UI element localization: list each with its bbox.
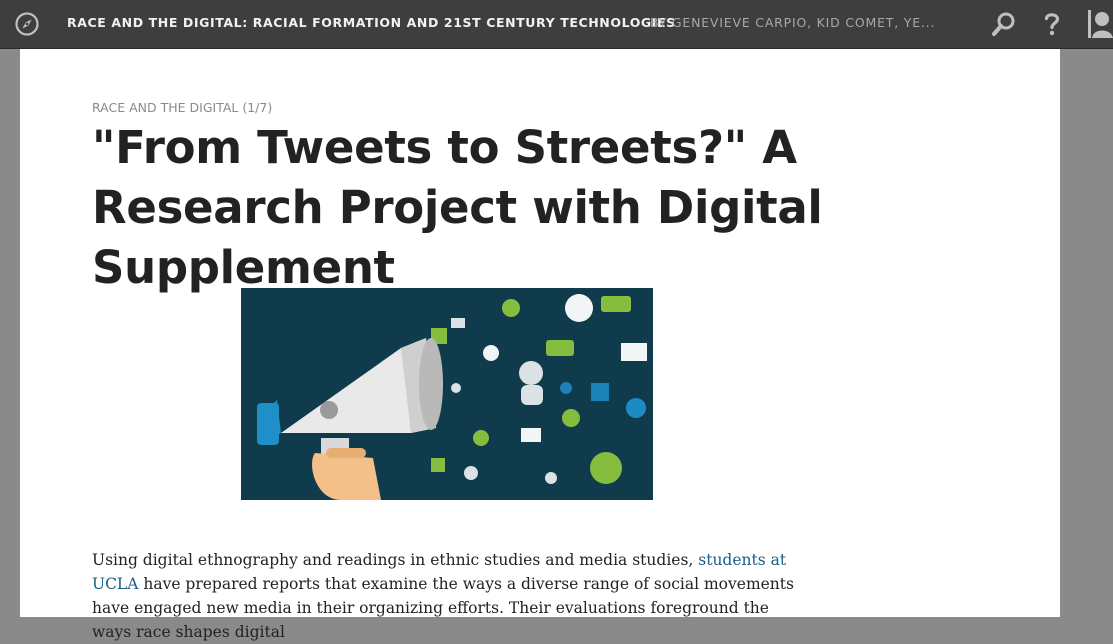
page-title: "From Tweets to Streets?" A Research Pro… [92,121,823,294]
top-navigation-bar: RACE AND THE DIGITAL: RACIAL FORMATION A… [0,0,1113,48]
search-icon[interactable] [988,8,1020,40]
intro-paragraph: Using digital ethnography and readings i… [92,548,798,644]
compass-icon[interactable] [14,11,40,37]
book-title-link[interactable]: RACE AND THE DIGITAL: RACIAL FORMATION A… [67,0,676,48]
megaphone-social-media-image [241,288,653,500]
book-byline: BY GENEVIEVE CARPIO, KID COMET, YE... [650,15,936,30]
help-icon[interactable] [1036,8,1068,40]
user-icon[interactable] [1084,8,1113,40]
intro-text-start: Using digital ethnography and readings i… [92,551,699,569]
intro-text-end: have prepared reports that examine the w… [92,575,794,641]
content-page: RACE AND THE DIGITAL (1/7) "From Tweets … [20,48,1060,641]
breadcrumb[interactable]: RACE AND THE DIGITAL (1/7) [92,100,272,115]
